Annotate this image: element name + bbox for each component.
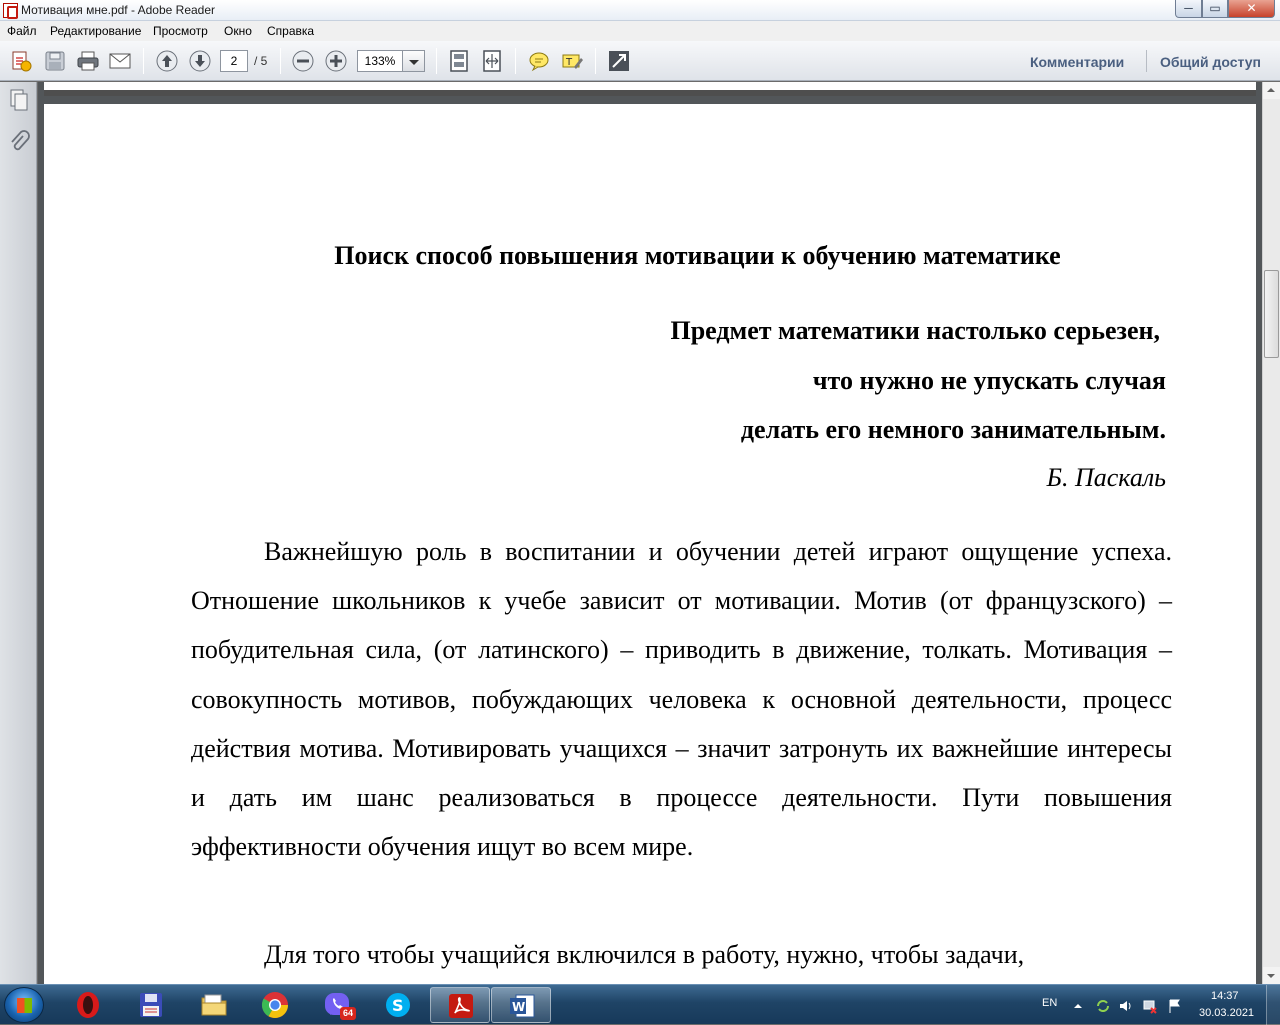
taskbar-adobe-reader[interactable] bbox=[430, 987, 490, 1023]
network-icon[interactable] bbox=[1142, 998, 1158, 1014]
fit-width-icon[interactable] bbox=[480, 49, 504, 73]
taskbar-skype[interactable]: S bbox=[368, 987, 428, 1023]
page-number-input[interactable]: 2 bbox=[220, 50, 248, 72]
svg-text:S: S bbox=[392, 996, 404, 1015]
volume-icon[interactable] bbox=[1118, 998, 1134, 1014]
pdf-icon bbox=[3, 3, 18, 19]
share-link[interactable]: Общий доступ bbox=[1160, 54, 1261, 70]
next-page-icon[interactable] bbox=[188, 49, 212, 73]
print-icon[interactable] bbox=[76, 49, 100, 73]
folder-icon bbox=[201, 994, 227, 1016]
document-view[interactable]: Поиск способ повышения мотивации к обуче… bbox=[38, 82, 1262, 984]
scroll-thumb[interactable] bbox=[1264, 270, 1279, 358]
viber-notification-badge: 64 bbox=[340, 1007, 356, 1020]
scroll-up-arrow-icon[interactable] bbox=[1263, 82, 1280, 99]
toolbar: 2 / 5 133% T Комментарии Общий доступ bbox=[0, 41, 1280, 81]
start-button[interactable] bbox=[4, 987, 44, 1023]
svg-text:T: T bbox=[565, 57, 573, 68]
menu-file[interactable]: Файл bbox=[7, 24, 37, 38]
paragraph-2: Для того чтобы учащийся включился в рабо… bbox=[264, 940, 1025, 969]
previous-page-icon[interactable] bbox=[155, 49, 179, 73]
page-thumbnails-icon[interactable] bbox=[8, 88, 30, 112]
fit-page-icon[interactable] bbox=[447, 49, 471, 73]
restore-icon: ▭ bbox=[1209, 1, 1221, 15]
save-disk-icon bbox=[140, 993, 162, 1017]
svg-text:W: W bbox=[512, 1000, 525, 1014]
chrome-icon bbox=[261, 992, 289, 1019]
taskbar-viber[interactable]: 64 bbox=[307, 987, 367, 1023]
taskbar-opera[interactable] bbox=[58, 987, 118, 1023]
comment-note-icon[interactable] bbox=[527, 49, 551, 73]
comments-link[interactable]: Комментарии bbox=[1030, 54, 1124, 70]
menu-help[interactable]: Справка bbox=[267, 24, 314, 38]
taskbar-save-app[interactable] bbox=[121, 987, 181, 1023]
show-hidden-icons-icon[interactable] bbox=[1070, 998, 1086, 1014]
scroll-down-arrow-icon[interactable] bbox=[1263, 967, 1280, 984]
taskbar-explorer[interactable] bbox=[184, 987, 244, 1023]
close-button[interactable]: ✕ bbox=[1228, 0, 1275, 18]
title-bar: Мотивация мне.pdf - Adobe Reader ─ ▭ ✕ bbox=[0, 0, 1280, 21]
taskbar-word[interactable]: W bbox=[491, 987, 551, 1023]
zoom-out-icon[interactable] bbox=[291, 49, 315, 73]
vertical-scrollbar[interactable] bbox=[1262, 82, 1280, 984]
taskbar: 64 S W EN 14:37 30.03.2021 bbox=[0, 984, 1280, 1025]
epigraph-author: Б. Паскаль bbox=[1046, 463, 1166, 492]
menu-bar: Файл Редактирование Просмотр Окно Справк… bbox=[0, 21, 1280, 41]
document-title: Поиск способ повышения мотивации к обуче… bbox=[334, 241, 1061, 270]
opera-icon bbox=[77, 992, 99, 1018]
menu-window[interactable]: Окно bbox=[224, 24, 252, 38]
highlight-text-icon[interactable]: T bbox=[560, 49, 584, 73]
navigation-pane bbox=[0, 82, 37, 984]
epigraph-line-2: что нужно не упускать случая bbox=[812, 366, 1166, 395]
pdf-page: Поиск способ повышения мотивации к обуче… bbox=[44, 104, 1256, 984]
minimize-icon: ─ bbox=[1184, 1, 1193, 15]
clock-date[interactable]: 30.03.2021 bbox=[1199, 1007, 1254, 1019]
menu-edit[interactable]: Редактирование bbox=[50, 24, 141, 38]
adobe-reader-icon bbox=[449, 994, 473, 1018]
show-desktop-button[interactable] bbox=[1266, 985, 1280, 1025]
zoom-level-input[interactable]: 133% bbox=[357, 50, 403, 72]
taskbar-chrome[interactable] bbox=[245, 987, 305, 1023]
epigraph-line-3: делать его немного занимательным. bbox=[740, 415, 1166, 444]
attachments-icon[interactable] bbox=[8, 130, 30, 154]
skype-icon: S bbox=[386, 993, 410, 1017]
word-icon: W bbox=[510, 994, 535, 1018]
zoom-dropdown-button[interactable] bbox=[403, 50, 425, 72]
window-title: Мотивация мне.pdf - Adobe Reader bbox=[21, 3, 216, 17]
expand-icon[interactable] bbox=[607, 49, 631, 73]
action-center-flag-icon[interactable] bbox=[1167, 998, 1183, 1014]
create-pdf-icon[interactable] bbox=[9, 49, 33, 73]
epigraph-line-1: Предмет математики настолько серьезен, bbox=[670, 316, 1161, 345]
page-total: / 5 bbox=[254, 54, 268, 68]
menu-view[interactable]: Просмотр bbox=[153, 24, 208, 38]
save-icon[interactable] bbox=[43, 49, 67, 73]
clock-time[interactable]: 14:37 bbox=[1211, 990, 1239, 1002]
minimize-button[interactable]: ─ bbox=[1175, 0, 1202, 18]
restore-button[interactable]: ▭ bbox=[1202, 0, 1228, 18]
previous-page-edge bbox=[44, 82, 1256, 96]
sync-icon[interactable] bbox=[1095, 998, 1111, 1014]
paragraph-1: Важнейшую роль в воспитании и обучении д… bbox=[191, 537, 1172, 862]
zoom-in-icon[interactable] bbox=[324, 49, 348, 73]
email-icon[interactable] bbox=[108, 49, 132, 73]
language-indicator[interactable]: EN bbox=[1042, 997, 1057, 1009]
close-icon: ✕ bbox=[1246, 1, 1257, 15]
